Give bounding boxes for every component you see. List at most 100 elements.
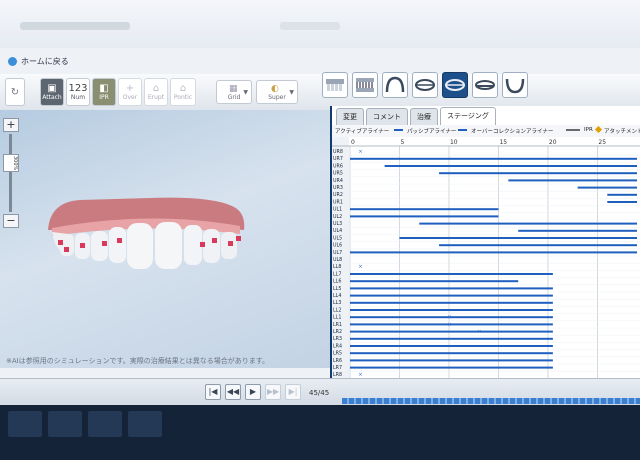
x-tick-label: 20 [549,139,557,146]
lower-arch-view-button[interactable] [502,72,528,98]
play-button[interactable]: ▶ [245,384,261,400]
upper-arch-view-button[interactable] [382,72,408,98]
erupt-button[interactable]: ⌂ Erupt [144,78,168,106]
aligner-bar[interactable] [350,345,553,347]
legend-swatch [566,129,580,131]
super-dropdown[interactable]: ◐ Super ▼ [256,80,298,104]
aligner-bar[interactable] [508,179,637,182]
aligner-bar[interactable] [350,208,499,211]
legend-swatch [394,129,403,131]
aligner-bar[interactable] [607,193,637,196]
aligner-bar[interactable] [350,366,553,369]
lower-bite-view-button[interactable] [472,72,498,98]
browser-tab[interactable] [20,22,130,30]
aligner-bar[interactable] [350,157,637,160]
ipr-mark: × [358,264,362,270]
teeth-model [48,197,245,269]
aligner-bar[interactable] [419,222,637,225]
aligner-bar[interactable] [518,229,637,232]
tooth-label: UR8 [333,149,343,155]
tooth-label: UR6 [333,163,343,169]
x-tick-label: 25 [598,139,606,146]
aligner-bar[interactable] [350,215,499,218]
aligner-bar[interactable] [399,237,637,239]
aligner-bar[interactable] [439,244,637,247]
attach-button[interactable]: ▣ Attach [40,78,64,106]
occlusal-icon [445,79,465,91]
pontic-button[interactable]: ⌂ Pontic [170,78,196,106]
taskbar-app[interactable] [128,411,162,437]
number-button[interactable]: 123 Num [66,78,90,106]
ipr-icon: ◧ [99,83,109,94]
ipr-button-label: IPR [99,94,109,101]
tab-changes[interactable]: 変更 [336,108,364,125]
grid-dropdown[interactable]: ▦ Grid ▼ [216,80,252,104]
lower-bite-icon [475,80,495,90]
3d-teeth-viewport[interactable] [0,110,330,368]
tooth-label: LR1 [333,322,342,328]
x-tick-label: 5 [400,139,404,146]
tooth-label: LL7 [333,271,341,277]
side-teeth-icon [356,78,374,92]
ipr-button[interactable]: ◧ IPR [92,78,116,106]
tab-staging[interactable]: ステージング [440,107,496,125]
stage-timeline[interactable] [342,398,640,404]
tooth-label: UR1 [333,199,343,205]
x-tick-label: 15 [499,139,507,146]
aligner-bar[interactable] [577,186,637,189]
tooth-label: UR2 [333,192,343,198]
legend-ipr: IPR [584,127,593,133]
front-teeth-icon [326,79,344,91]
taskbar-app[interactable] [88,411,122,437]
zoom-in-button[interactable]: + [3,118,19,132]
side-view-button[interactable] [352,72,378,98]
tooth-label: UL5 [333,235,342,241]
tab-comments[interactable]: コメント [366,108,408,125]
zoom-track[interactable] [9,134,12,212]
next-stage-button[interactable]: ▶▶ [265,384,281,400]
last-stage-button[interactable]: ▶| [285,384,301,400]
previous-stage-button[interactable]: ◀◀ [225,384,241,400]
x-tick-label: 10 [450,139,458,146]
aligner-bar[interactable] [439,172,637,175]
aligner-bar[interactable] [350,251,637,254]
taskbar-app[interactable] [8,411,42,437]
browser-tab[interactable] [280,22,340,30]
aligner-bar[interactable] [607,201,637,203]
aligner-bar[interactable] [384,165,637,167]
aligner-bar[interactable] [350,273,553,275]
zoom-out-button[interactable]: − [3,214,19,228]
stage-navigation: |◀ ◀◀ ▶ ▶▶ ▶| 45/45 [0,378,640,405]
tooth-label: LR2 [333,329,342,335]
aligner-bar[interactable] [350,337,553,340]
tooth-label: LL3 [333,300,341,306]
legend-swatch [458,129,467,131]
refresh-button[interactable]: ↻ [5,78,25,106]
tooth-label: LR6 [333,358,342,364]
aligner-bar[interactable] [350,352,553,355]
aligner-bar[interactable] [350,330,553,333]
first-stage-button[interactable]: |◀ [205,384,221,400]
aligner-bar[interactable] [350,280,519,283]
aligner-bar[interactable] [350,287,553,290]
aligner-bar[interactable] [350,294,553,297]
home-icon [8,57,17,66]
overcorrection-button-label: Over [122,94,138,101]
occlusal-view-button[interactable] [442,72,468,98]
aligner-bar[interactable] [350,301,553,304]
overcorrection-button[interactable]: + Over [118,78,142,106]
legend-active-aligner: アクティブアライナー [335,129,390,135]
tooth-label: UR5 [333,171,343,177]
zoom-slider-thumb[interactable]: 300% [3,154,19,172]
attachment-diamond-icon [594,125,603,134]
aligner-bar[interactable] [350,359,553,362]
taskbar-app[interactable] [48,411,82,437]
front-view-button[interactable] [322,72,348,98]
aligner-bar[interactable] [350,309,553,311]
tab-treatment[interactable]: 治療 [410,108,438,125]
home-link[interactable]: ホームに戻る [8,56,69,67]
grid-dropdown-label: Grid [227,94,241,101]
front-bite-view-button[interactable] [412,72,438,98]
tooth-label: LR7 [333,365,342,371]
chevron-down-icon: ▼ [243,89,248,96]
